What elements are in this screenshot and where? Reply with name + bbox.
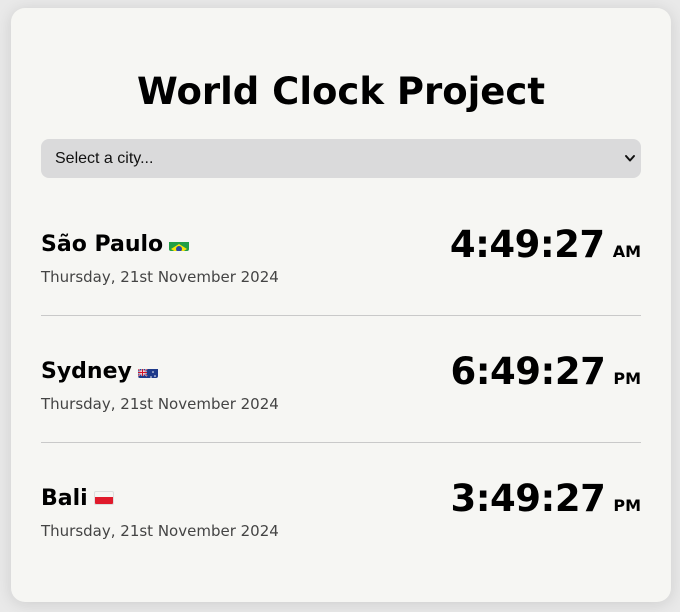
australia-flag-icon [137, 364, 158, 378]
page-title: World Clock Project [136, 70, 546, 113]
city-time: 4:49:27 AM [450, 223, 641, 266]
time-value: 3:49:27 [450, 477, 606, 520]
city-row-sydney: Sydney Thursday, 21st November 2024 6:49… [41, 316, 641, 443]
time-value: 4:49:27 [449, 223, 605, 266]
city-row-bali: Bali Thursday, 21st November 2024 3:49:2… [41, 443, 641, 570]
city-date: Thursday, 21st November 2024 [41, 268, 279, 286]
city-row-sao-paulo: São Paulo Thursday, 21st November 2024 4… [41, 189, 641, 316]
city-name: Bali [41, 486, 88, 511]
city-select[interactable]: Select a city... [41, 139, 641, 178]
city-list: São Paulo Thursday, 21st November 2024 4… [41, 189, 641, 570]
time-period: AM [612, 242, 641, 261]
world-clock-card: World Clock Project Select a city... São… [11, 8, 671, 602]
city-date: Thursday, 21st November 2024 [41, 522, 279, 540]
city-select-value: Select a city... [55, 150, 154, 167]
city-name: São Paulo [41, 232, 164, 257]
brazil-flag-icon [169, 237, 190, 251]
city-time: 6:49:27 PM [451, 350, 641, 393]
chevron-down-icon [625, 155, 635, 162]
city-time: 3:49:27 PM [451, 477, 641, 520]
city-name: Sydney [41, 359, 132, 384]
city-date: Thursday, 21st November 2024 [41, 395, 279, 413]
indonesia-flag-icon [93, 490, 114, 505]
time-period: PM [613, 369, 641, 388]
time-value: 6:49:27 [450, 350, 606, 393]
time-period: PM [613, 496, 641, 515]
